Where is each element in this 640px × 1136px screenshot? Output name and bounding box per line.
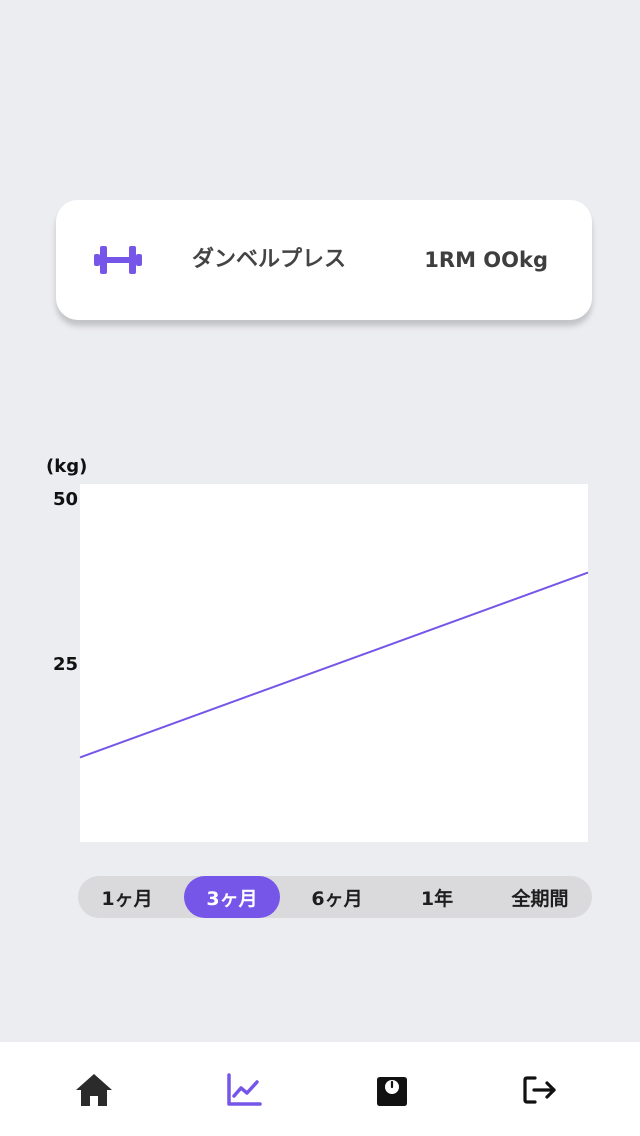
home-icon	[76, 1074, 112, 1106]
bottom-tab-bar	[0, 1042, 640, 1136]
period-option-1-month[interactable]: 1ヶ月	[78, 876, 176, 918]
logout-icon	[523, 1076, 556, 1104]
plot-area	[80, 484, 588, 842]
chart-icon	[227, 1073, 262, 1106]
tab-logout[interactable]	[516, 1066, 564, 1114]
tab-chart[interactable]	[220, 1066, 268, 1114]
period-selector: 1ヶ月 3ヶ月 6ヶ月 1年 全期間	[78, 876, 592, 918]
period-option-1-year[interactable]: 1年	[394, 876, 480, 918]
scale-icon	[377, 1077, 407, 1106]
screen: ダンベルプレス 1RM OOkg (kg) 50 25 1ヶ月 3ヶ月 6ヶ月 …	[0, 0, 640, 1136]
period-option-6-months[interactable]: 6ヶ月	[288, 876, 386, 918]
tab-home[interactable]	[70, 1066, 118, 1114]
tab-scale[interactable]	[368, 1066, 416, 1114]
period-option-3-months[interactable]: 3ヶ月	[184, 876, 280, 918]
chart	[79, 484, 589, 842]
period-option-all[interactable]: 全期間	[488, 876, 592, 918]
